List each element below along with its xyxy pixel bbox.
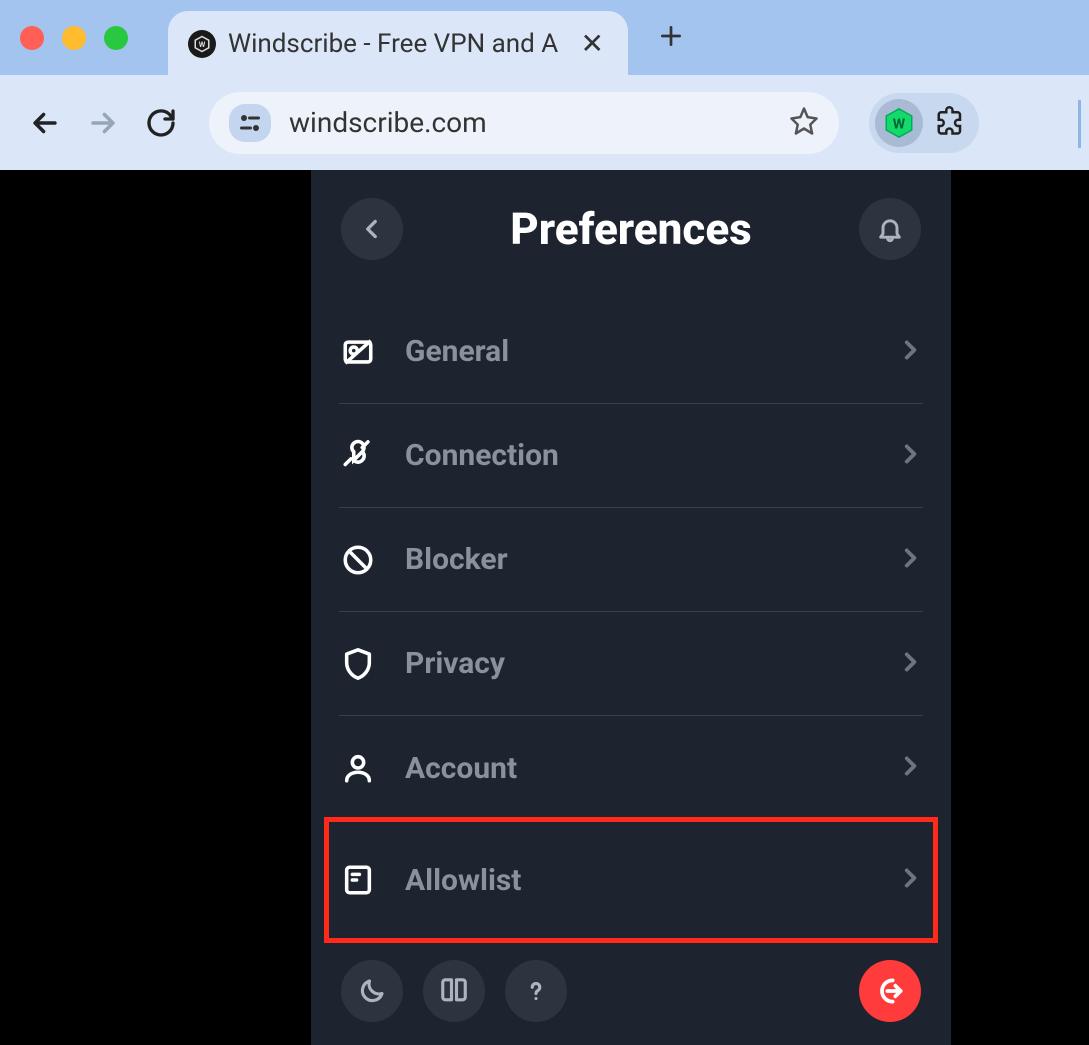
maximize-window-button[interactable] xyxy=(104,26,128,50)
docs-book-icon[interactable] xyxy=(423,960,485,1022)
minimize-window-button[interactable] xyxy=(62,26,86,50)
menu-item-account[interactable]: Account xyxy=(339,716,923,820)
new-tab-button[interactable] xyxy=(658,19,684,57)
chevron-right-icon xyxy=(897,337,923,367)
menu-item-label: Connection xyxy=(405,438,869,473)
extensions-puzzle-icon[interactable] xyxy=(935,106,965,140)
menu-item-label: Blocker xyxy=(405,542,869,577)
popup-header: Preferences xyxy=(311,170,951,280)
popup-footer xyxy=(311,940,951,1022)
close-window-button[interactable] xyxy=(20,26,44,50)
help-question-icon[interactable] xyxy=(505,960,567,1022)
chevron-right-icon xyxy=(897,441,923,471)
block-icon xyxy=(339,543,377,577)
page-content: Preferences General Connection xyxy=(0,170,1089,1045)
forward-button[interactable] xyxy=(83,103,123,143)
back-button[interactable] xyxy=(25,103,65,143)
tab-favicon-icon: W xyxy=(188,30,216,58)
menu-item-label: General xyxy=(405,334,869,369)
user-icon xyxy=(339,751,377,785)
extension-popup: Preferences General Connection xyxy=(311,170,951,1045)
back-icon[interactable] xyxy=(341,198,403,260)
svg-text:W: W xyxy=(199,40,206,49)
url-text: windscribe.com xyxy=(289,106,771,139)
tab-title: Windscribe - Free VPN and A xyxy=(228,29,565,59)
menu-item-label: Allowlist xyxy=(405,863,869,898)
menu-item-connection[interactable]: Connection xyxy=(339,404,923,508)
popup-title: Preferences xyxy=(510,203,752,255)
extensions-area: W xyxy=(869,93,979,153)
browser-tab[interactable]: W Windscribe - Free VPN and A ✕ xyxy=(168,11,628,76)
tab-strip: W Windscribe - Free VPN and A ✕ xyxy=(0,0,1089,75)
list-icon xyxy=(339,863,377,897)
chevron-right-icon xyxy=(897,545,923,575)
reload-button[interactable] xyxy=(141,103,181,143)
window-controls xyxy=(20,26,128,50)
menu-item-privacy[interactable]: Privacy xyxy=(339,612,923,716)
chevron-right-icon xyxy=(897,649,923,679)
svg-text:W: W xyxy=(893,116,906,132)
plug-icon xyxy=(339,439,377,473)
shield-icon xyxy=(339,647,377,681)
chevron-right-icon xyxy=(897,753,923,783)
browser-chrome: W Windscribe - Free VPN and A ✕ windscri… xyxy=(0,0,1089,170)
bookmark-star-icon[interactable] xyxy=(789,106,819,140)
menu-item-allowlist[interactable]: Allowlist xyxy=(327,820,935,940)
close-tab-icon[interactable]: ✕ xyxy=(577,27,608,60)
menu-item-label: Account xyxy=(405,751,869,786)
toolbar-separator xyxy=(1078,100,1081,148)
address-bar[interactable]: windscribe.com xyxy=(209,92,839,154)
chevron-right-icon xyxy=(897,865,923,895)
theme-moon-icon[interactable] xyxy=(341,960,403,1022)
notifications-bell-icon[interactable] xyxy=(859,198,921,260)
logout-icon[interactable] xyxy=(859,960,921,1022)
menu-item-blocker[interactable]: Blocker xyxy=(339,508,923,612)
windscribe-extension-icon[interactable]: W xyxy=(875,99,923,147)
browser-toolbar: windscribe.com W xyxy=(0,75,1089,170)
menu-item-label: Privacy xyxy=(405,646,869,681)
preferences-menu: General Connection Blocker xyxy=(311,280,951,940)
menu-item-general[interactable]: General xyxy=(339,300,923,404)
no-image-icon xyxy=(339,335,377,369)
site-settings-icon[interactable] xyxy=(229,104,271,142)
